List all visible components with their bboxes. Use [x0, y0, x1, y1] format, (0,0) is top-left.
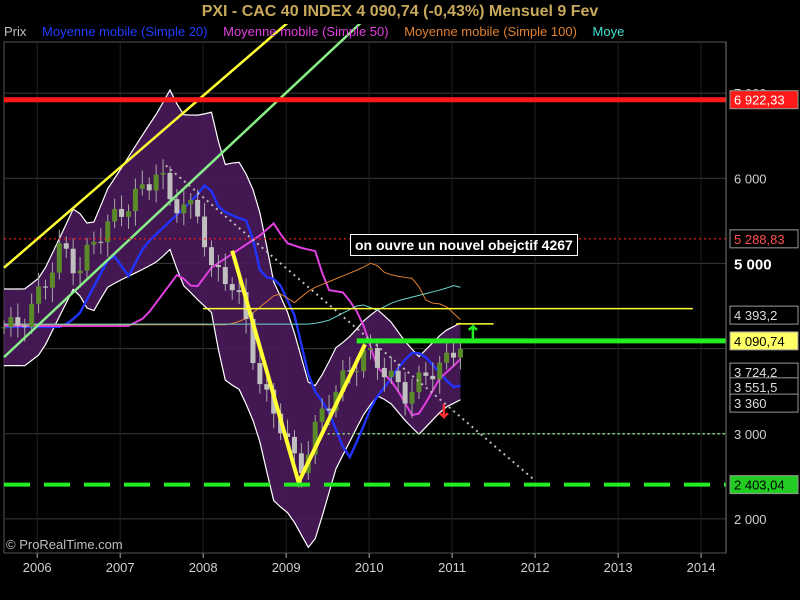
y-tick-label: 2 000: [734, 512, 767, 527]
candle-body: [84, 244, 90, 271]
candle-body: [222, 267, 228, 285]
candle-body: [8, 317, 14, 328]
candle-body: [174, 199, 180, 214]
candle-body: [56, 243, 62, 273]
candle-body: [119, 209, 125, 217]
candle-body: [63, 243, 69, 249]
chart-canvas: 2006 2007 2008 2009 2010 2011 2012 2013 2014 2 00…: [1, 0, 799, 575]
legend-item-ma20: Moyenne mobile (Simple 20): [42, 24, 208, 39]
legend-item-ma50: Moyenne mobile (Simple 50): [223, 24, 389, 39]
candle-body: [91, 241, 97, 245]
price-tag-dotted-red-label: 5 288,83: [734, 232, 785, 247]
candle-body: [430, 375, 436, 380]
candle-body: [42, 286, 48, 288]
candle-body: [153, 174, 159, 191]
candle-body: [202, 216, 208, 248]
candle-body: [49, 272, 55, 288]
candle-body: [167, 172, 173, 200]
candle-body: [374, 348, 380, 368]
x-tick-label: 2006: [23, 560, 52, 575]
candle-body: [395, 370, 401, 383]
y-tick-label-bold: 5 000: [734, 256, 772, 273]
x-tick-label: 2014: [687, 560, 716, 575]
legend-item-ma200: Moye: [592, 24, 625, 39]
candle-body: [15, 317, 21, 326]
candle-body: [98, 241, 104, 243]
candle-body: [457, 348, 463, 358]
candle-body: [381, 367, 387, 378]
candle-body: [409, 392, 415, 404]
candle-body: [208, 247, 214, 266]
candle-body: [77, 270, 83, 274]
price-tag-ma-label: 3 360: [734, 396, 767, 411]
candle-body: [368, 348, 374, 350]
price-tag-ma-label: 3 551,5: [734, 380, 777, 395]
candle-body: [195, 199, 201, 217]
chart-title: PXI - CAC 40 INDEX 4 090,74 (-0,43%) Men…: [0, 0, 800, 24]
candle-body: [416, 372, 422, 393]
candle-body: [388, 370, 394, 378]
legend-item-price: Prix: [4, 24, 27, 39]
candle-body: [215, 265, 221, 268]
y-tick-label: 6 000: [734, 171, 767, 186]
x-tick-label: 2008: [189, 560, 218, 575]
candle-body: [70, 248, 76, 274]
candle-body: [444, 352, 450, 363]
price-tag-last-label: 4 090,74: [734, 334, 785, 349]
annotation-text: on ouvre un nouvel obejctif 4267: [350, 234, 578, 256]
candle-body: [22, 325, 28, 328]
price-tag-support-label: 2 403,04: [734, 478, 785, 493]
candle-body: [132, 188, 138, 212]
candle-body: [437, 362, 443, 380]
x-tick-label: 2012: [521, 560, 550, 575]
candle-body: [181, 204, 187, 214]
candle-body: [423, 372, 429, 376]
candle-body: [451, 352, 457, 358]
x-tick-label: 2007: [106, 560, 135, 575]
candle-body: [188, 199, 194, 205]
candle-body: [319, 408, 325, 422]
x-tick-label: 2010: [355, 560, 384, 575]
y-tick-label: 3 000: [734, 427, 767, 442]
candle-body: [1, 327, 7, 329]
candle-body: [139, 184, 145, 189]
price-tag-ma-label: 4 393,2: [734, 308, 777, 323]
candle-body: [354, 371, 360, 373]
legend-item-ma100: Moyenne mobile (Simple 100): [404, 24, 577, 39]
candle-body: [29, 303, 35, 328]
legend: Prix Moyenne mobile (Simple 20) Moyenne …: [4, 24, 726, 42]
candle-body: [236, 290, 242, 293]
candle-body: [326, 408, 332, 411]
candle-body: [112, 209, 118, 222]
candle-body: [160, 172, 166, 175]
x-tick-label: 2013: [604, 560, 633, 575]
candle-body: [402, 382, 408, 404]
candle-body: [229, 284, 235, 291]
candle-body: [146, 184, 152, 191]
candle-body: [291, 436, 297, 454]
price-tag-resistance-label: 6 922,33: [734, 93, 785, 108]
x-tick-label: 2011: [438, 560, 466, 575]
candle-body: [125, 211, 131, 217]
x-tick-label: 2009: [272, 560, 301, 575]
candle-body: [264, 384, 270, 390]
watermark: © ProRealTime.com: [6, 537, 123, 552]
candle-body: [257, 363, 263, 385]
candle-body: [36, 286, 42, 304]
